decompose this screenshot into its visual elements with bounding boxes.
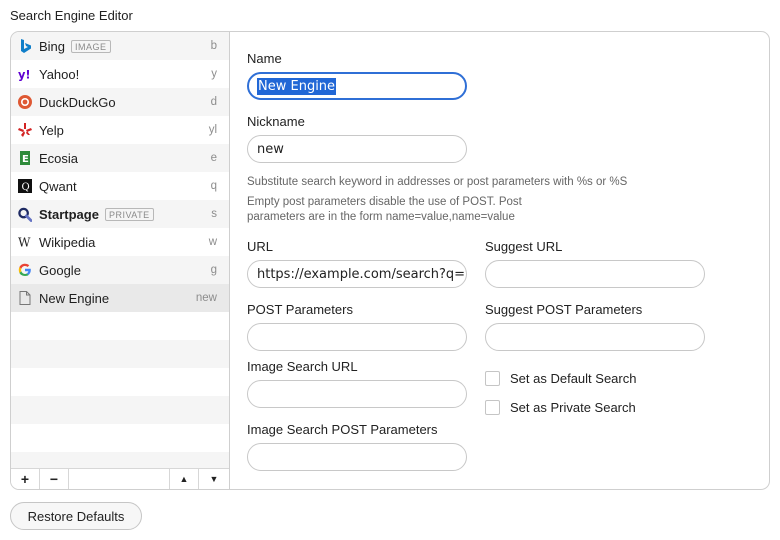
image-search-post-label: Image Search POST Parameters [247, 422, 438, 437]
post-parameters-input[interactable] [247, 323, 467, 351]
duckduckgo-icon [18, 95, 32, 109]
window-title: Search Engine Editor [10, 8, 133, 23]
engine-name: New Engine [39, 290, 110, 306]
empty-row [11, 340, 229, 368]
engine-keyword: g [210, 264, 217, 276]
keyword-hint: Substitute search keyword in addresses o… [247, 176, 628, 188]
svg-text:W: W [18, 236, 31, 249]
svg-text:Q: Q [22, 182, 30, 193]
name-input[interactable]: New Engine [247, 72, 467, 100]
restore-defaults-button[interactable]: Restore Defaults [10, 502, 142, 530]
engine-row-yahoo[interactable]: y! Yahoo! y [11, 60, 229, 88]
list-toolbar: + − ▲ ▼ [11, 468, 229, 489]
engine-keyword: new [195, 292, 217, 304]
image-search-url-label: Image Search URL [247, 359, 358, 374]
suggest-post-parameters-input[interactable] [485, 323, 705, 351]
url-input-value: https://example.com/search?q=%s [257, 266, 467, 282]
nickname-label: Nickname [247, 114, 305, 129]
suggest-url-label: Suggest URL [485, 239, 563, 254]
remove-engine-button[interactable]: − [40, 469, 69, 489]
suggest-url-input[interactable] [485, 260, 705, 288]
svg-text:y!: y! [18, 67, 31, 81]
private-search-label[interactable]: Set as Private Search [510, 400, 636, 415]
svg-text:E: E [22, 154, 29, 165]
url-label: URL [247, 239, 274, 254]
engine-row-startpage[interactable]: Startpage PRIVATE s [11, 200, 229, 228]
bing-icon [18, 38, 32, 53]
empty-row [11, 396, 229, 424]
ecosia-icon: E [18, 151, 32, 165]
default-search-checkbox[interactable] [485, 371, 500, 386]
add-engine-button[interactable]: + [11, 469, 40, 489]
yahoo-icon: y! [18, 67, 32, 81]
empty-row [11, 368, 229, 396]
engine-row-duckduckgo[interactable]: DuckDuckGo d [11, 88, 229, 116]
engine-keyword: s [211, 208, 217, 220]
engine-name: Qwant [39, 178, 77, 194]
engine-keyword: d [210, 96, 217, 108]
yelp-icon [18, 123, 32, 137]
engine-row-google[interactable]: Google g [11, 256, 229, 284]
image-search-url-input[interactable] [247, 380, 467, 408]
engine-row-bing[interactable]: Bing IMAGE b [11, 32, 229, 60]
default-search-label[interactable]: Set as Default Search [510, 371, 636, 386]
engine-badge: IMAGE [71, 39, 111, 53]
engine-keyword: w [208, 236, 217, 248]
image-search-post-input[interactable] [247, 443, 467, 471]
document-icon [18, 291, 32, 305]
post-parameters-label: POST Parameters [247, 302, 353, 317]
qwant-icon: Q [18, 179, 32, 193]
engine-name: Startpage [39, 206, 99, 222]
engine-row-wikipedia[interactable]: W Wikipedia w [11, 228, 229, 256]
nickname-input[interactable]: new [247, 135, 467, 163]
engine-name: Yahoo! [39, 66, 80, 82]
engine-name: Yelp [39, 122, 64, 138]
engine-row-ecosia[interactable]: E Ecosia e [11, 144, 229, 172]
engine-badge: PRIVATE [104, 207, 154, 221]
engine-name: DuckDuckGo [39, 94, 116, 110]
move-up-button[interactable]: ▲ [170, 469, 199, 489]
name-label: Name [247, 51, 282, 66]
suggest-post-parameters-label: Suggest POST Parameters [485, 302, 643, 317]
engine-row-new-engine[interactable]: New Engine new [11, 284, 229, 312]
empty-row [11, 312, 229, 340]
editor-panel: Bing IMAGE b y! Yahoo! y DuckDuckGo d Yelp yl E Eco… [10, 31, 770, 490]
engine-row-qwant[interactable]: Q Qwant q [11, 172, 229, 200]
engine-keyword: e [210, 152, 217, 164]
engine-name: Bing [39, 38, 66, 54]
toolbar-spacer [69, 469, 170, 489]
engine-keyword: y [211, 68, 217, 80]
engine-name: Ecosia [39, 150, 79, 166]
engine-list: Bing IMAGE b y! Yahoo! y DuckDuckGo d Yelp yl E Eco… [11, 32, 230, 489]
startpage-icon [18, 207, 32, 222]
engine-keyword: q [210, 180, 217, 192]
engine-name: Google [39, 262, 81, 278]
engine-keyword: b [210, 40, 217, 52]
engine-name: Wikipedia [39, 234, 96, 250]
wikipedia-icon: W [18, 235, 32, 249]
url-input[interactable]: https://example.com/search?q=%s [247, 260, 467, 288]
move-down-button[interactable]: ▼ [199, 469, 229, 489]
empty-row [11, 424, 229, 452]
name-input-value: New Engine [257, 77, 337, 95]
nickname-input-value: new [257, 141, 284, 157]
engine-row-yelp[interactable]: Yelp yl [11, 116, 229, 144]
engine-keyword: yl [208, 124, 217, 136]
google-icon [18, 263, 32, 277]
post-hint: Empty post parameters disable the use of… [247, 196, 522, 223]
private-search-checkbox[interactable] [485, 400, 500, 415]
